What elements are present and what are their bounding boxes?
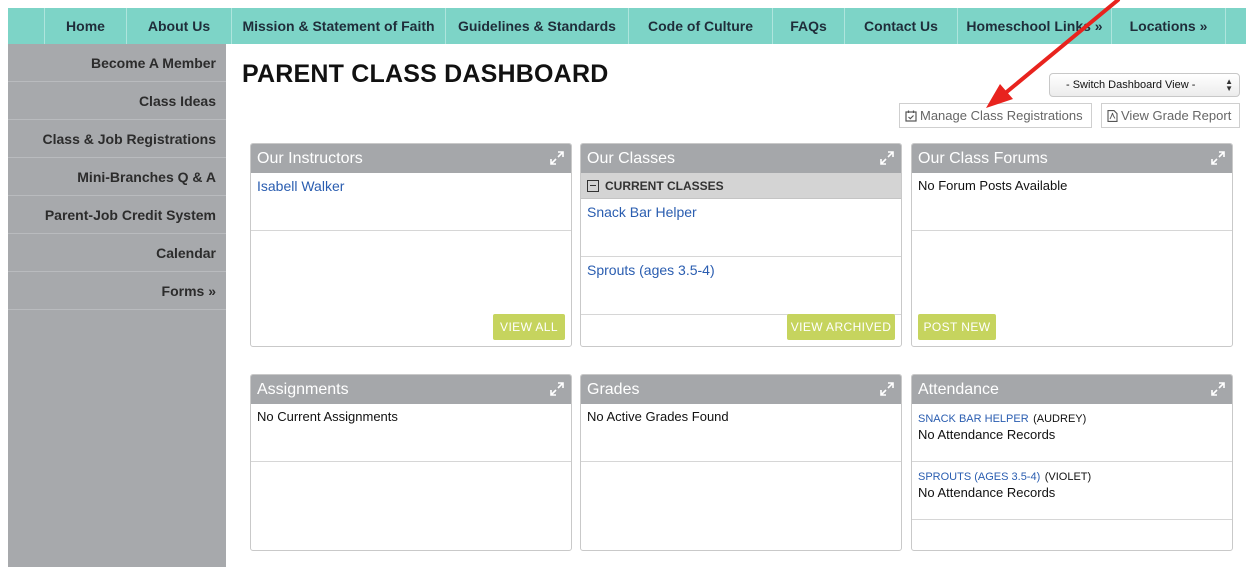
expand-icon[interactable]: [1210, 150, 1226, 166]
nav-guidelines[interactable]: Guidelines & Standards: [445, 8, 628, 44]
view-grade-report-label: View Grade Report: [1121, 108, 1232, 123]
expand-icon[interactable]: [1210, 381, 1226, 397]
view-all-button[interactable]: VIEW ALL: [493, 314, 565, 340]
nav-mission[interactable]: Mission & Statement of Faith: [231, 8, 445, 44]
sidebar-item-class-ideas[interactable]: Class Ideas: [8, 82, 226, 120]
post-new-button[interactable]: POST NEW: [918, 314, 996, 340]
expand-icon[interactable]: [549, 381, 565, 397]
sidebar-item-calendar[interactable]: Calendar: [8, 234, 226, 272]
instructors-panel-header: Our Instructors: [251, 144, 571, 173]
sidebar-item-become-member[interactable]: Become A Member: [8, 44, 226, 82]
nav-code-of-culture[interactable]: Code of Culture: [628, 8, 772, 44]
instructors-panel-title: Our Instructors: [257, 149, 363, 167]
sidebar-item-registrations[interactable]: Class & Job Registrations: [8, 120, 226, 158]
sidebar-item-forms[interactable]: Forms »: [8, 272, 226, 310]
view-grade-report-button[interactable]: View Grade Report: [1101, 103, 1240, 128]
attendance-panel: Attendance SNACK BAR HELPER (AUDREY) No …: [911, 374, 1233, 551]
grades-panel-title: Grades: [587, 380, 640, 398]
classes-panel-title: Our Classes: [587, 149, 676, 167]
grades-panel: Grades No Active Grades Found: [580, 374, 902, 551]
attendance-class-link[interactable]: SNACK BAR HELPER: [918, 413, 1029, 425]
page-title: PARENT CLASS DASHBOARD: [242, 60, 609, 88]
list-item: Isabell Walker: [251, 173, 571, 231]
instructors-panel: Our Instructors Isabell Walker VIEW ALL: [250, 143, 572, 347]
attendance-record: SNACK BAR HELPER (AUDREY) No Attendance …: [912, 404, 1232, 462]
attendance-panel-title: Attendance: [918, 380, 999, 398]
grades-panel-header: Grades: [581, 375, 901, 404]
class-link[interactable]: Sprouts (ages 3.5-4): [587, 262, 715, 278]
switch-dashboard-label: - Switch Dashboard View -: [1066, 79, 1196, 91]
list-item: Sprouts (ages 3.5-4): [581, 257, 901, 315]
assignments-panel-title: Assignments: [257, 380, 349, 398]
manage-registrations-button[interactable]: Manage Class Registrations: [899, 103, 1092, 128]
nav-home[interactable]: Home: [44, 8, 126, 44]
sidebar-item-mini-branches[interactable]: Mini-Branches Q & A: [8, 158, 226, 196]
nav-about-us[interactable]: About Us: [126, 8, 231, 44]
attendance-status: No Attendance Records: [918, 485, 1056, 500]
assignments-panel: Assignments No Current Assignments: [250, 374, 572, 551]
empty-message: No Active Grades Found: [581, 404, 901, 462]
list-item: Snack Bar Helper: [581, 199, 901, 257]
attendance-status: No Attendance Records: [918, 427, 1056, 442]
switch-dashboard-select[interactable]: - Switch Dashboard View - ▲ ▼: [1049, 73, 1240, 97]
empty-message: No Forum Posts Available: [912, 173, 1232, 231]
manage-registrations-label: Manage Class Registrations: [920, 108, 1083, 123]
classes-panel-header: Our Classes: [581, 144, 901, 173]
collapse-icon[interactable]: [587, 179, 599, 192]
nav-locations[interactable]: Locations »: [1111, 8, 1226, 44]
sidebar: Become A Member Class Ideas Class & Job …: [8, 44, 226, 567]
nav-contact-us[interactable]: Contact Us: [844, 8, 957, 44]
view-archived-button[interactable]: VIEW ARCHIVED: [787, 314, 895, 340]
sidebar-item-credit-system[interactable]: Parent-Job Credit System: [8, 196, 226, 234]
current-classes-label: CURRENT CLASSES: [605, 178, 724, 193]
instructor-link[interactable]: Isabell Walker: [257, 178, 344, 194]
attendance-panel-header: Attendance: [912, 375, 1232, 404]
nav-faqs[interactable]: FAQs: [772, 8, 844, 44]
forums-panel-title: Our Class Forums: [918, 149, 1048, 167]
nav-homeschool-links[interactable]: Homeschool Links »: [957, 8, 1111, 44]
assignments-panel-header: Assignments: [251, 375, 571, 404]
attendance-student: (AUDREY): [1033, 413, 1087, 425]
forums-panel-header: Our Class Forums: [912, 144, 1232, 173]
top-nav: Home About Us Mission & Statement of Fai…: [8, 8, 1246, 44]
select-arrows-icon: ▲ ▼: [1225, 77, 1233, 93]
attendance-student: (VIOLET): [1044, 471, 1092, 483]
current-classes-subheader[interactable]: CURRENT CLASSES: [581, 173, 901, 199]
empty-message: No Current Assignments: [251, 404, 571, 462]
pdf-file-icon: [1107, 109, 1118, 122]
classes-panel: Our Classes CURRENT CLASSES Snack Bar He…: [580, 143, 902, 347]
attendance-class-link[interactable]: SPROUTS (AGES 3.5-4): [918, 471, 1040, 483]
forums-panel: Our Class Forums No Forum Posts Availabl…: [911, 143, 1233, 347]
attendance-record: SPROUTS (AGES 3.5-4) (VIOLET) No Attenda…: [912, 462, 1232, 520]
expand-icon[interactable]: [879, 381, 895, 397]
expand-icon[interactable]: [879, 150, 895, 166]
class-link[interactable]: Snack Bar Helper: [587, 204, 697, 220]
expand-icon[interactable]: [549, 150, 565, 166]
calendar-check-icon: [905, 110, 917, 122]
